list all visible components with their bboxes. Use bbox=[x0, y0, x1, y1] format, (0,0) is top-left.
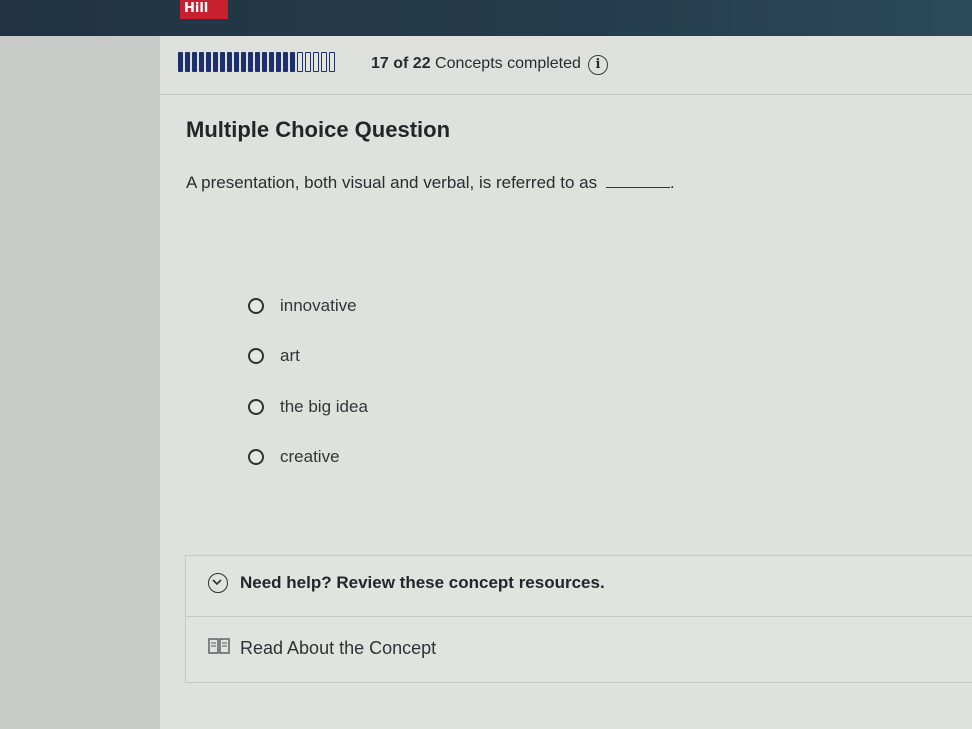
radio-button[interactable] bbox=[248, 399, 264, 415]
progress-segment-complete bbox=[283, 52, 288, 72]
progress-segment-incomplete bbox=[297, 52, 303, 72]
option-label: creative bbox=[280, 447, 340, 466]
progress-segment-complete bbox=[227, 52, 232, 72]
progress-segment-complete bbox=[276, 52, 281, 72]
question-title: Multiple Choice Question bbox=[186, 117, 451, 142]
book-icon bbox=[208, 637, 230, 660]
progress-segment-complete bbox=[255, 52, 260, 72]
divider bbox=[160, 94, 972, 95]
radio-button[interactable] bbox=[248, 298, 264, 314]
progress-segment-complete bbox=[262, 52, 267, 72]
progress-segment-complete bbox=[206, 52, 211, 72]
progress-segment-complete bbox=[248, 52, 253, 72]
help-toggle[interactable]: Need help? Review these concept resource… bbox=[208, 573, 605, 593]
answer-option-art[interactable]: art bbox=[248, 344, 300, 368]
read-about-concept-label: Read About the Concept bbox=[240, 638, 437, 658]
answer-option-innovative[interactable]: innovative bbox=[248, 294, 357, 318]
progress-segment-complete bbox=[220, 52, 225, 72]
answer-option-the-big-idea[interactable]: the big idea bbox=[248, 395, 368, 419]
progress-segment-incomplete bbox=[329, 52, 335, 72]
progress-segment-complete bbox=[234, 52, 239, 72]
progress-segment-complete bbox=[213, 52, 218, 72]
progress-segment-complete bbox=[178, 52, 183, 72]
option-label: innovative bbox=[280, 296, 357, 315]
divider bbox=[185, 616, 972, 617]
progress-segment-complete bbox=[185, 52, 190, 72]
progress-segment-complete bbox=[290, 52, 295, 72]
question-prompt-end: . bbox=[669, 173, 675, 192]
answer-option-creative[interactable]: creative bbox=[248, 445, 340, 469]
radio-button[interactable] bbox=[248, 449, 264, 465]
info-icon[interactable]: i bbox=[588, 55, 608, 75]
radio-button[interactable] bbox=[248, 348, 264, 364]
progress-segment-complete bbox=[241, 52, 246, 72]
help-header-text: Need help? Review these concept resource… bbox=[240, 573, 605, 592]
read-about-concept-link[interactable]: Read About the Concept bbox=[208, 637, 436, 660]
progress-text: 17 of 22 Concepts completed bbox=[371, 55, 581, 73]
progress-segment-incomplete bbox=[305, 52, 311, 72]
progress-label: Concepts completed bbox=[435, 55, 581, 72]
progress-segment-complete bbox=[199, 52, 204, 72]
top-bar: Hill bbox=[0, 0, 972, 36]
progress-segment-incomplete bbox=[313, 52, 319, 72]
option-label: the big idea bbox=[280, 397, 368, 416]
progress-bar bbox=[178, 52, 335, 72]
left-panel bbox=[0, 36, 160, 729]
answer-blank bbox=[605, 187, 670, 188]
progress-segment-complete bbox=[192, 52, 197, 72]
option-label: art bbox=[280, 346, 300, 365]
question-prompt-text: A presentation, both visual and verbal, … bbox=[186, 173, 598, 192]
progress-segment-incomplete bbox=[321, 52, 327, 72]
progress-indicator: 17 of 22 Concepts completed i bbox=[178, 52, 972, 78]
progress-segment-complete bbox=[269, 52, 274, 72]
brand-logo: Hill bbox=[180, 0, 228, 19]
chevron-down-icon[interactable] bbox=[208, 573, 228, 593]
progress-count: 17 of 22 bbox=[371, 55, 431, 72]
question-prompt: A presentation, both visual and verbal, … bbox=[186, 173, 675, 193]
